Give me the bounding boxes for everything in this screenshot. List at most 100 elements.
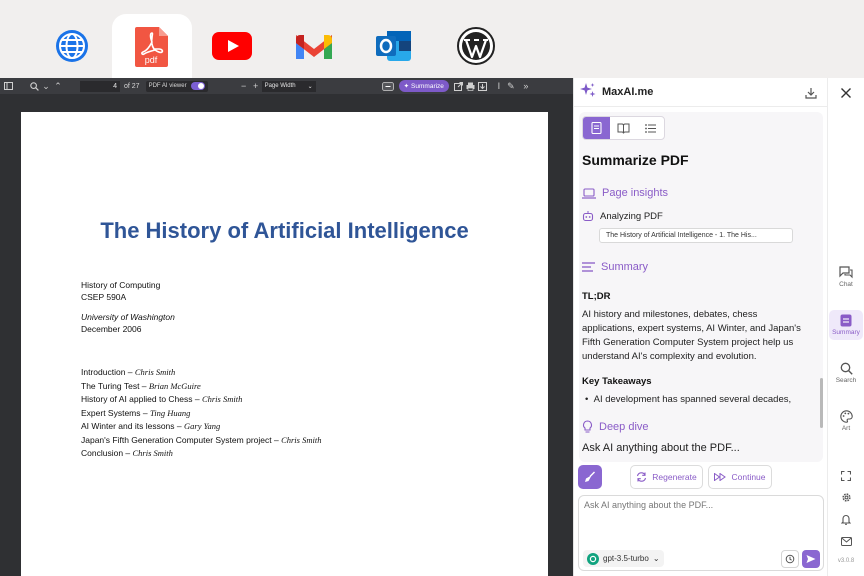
close-icon[interactable] xyxy=(840,86,852,104)
send-button[interactable] xyxy=(802,550,820,568)
toc-topic: History of AI applied to Chess – xyxy=(81,394,202,404)
gmail-icon xyxy=(296,35,332,59)
page-insights-section: Page insights xyxy=(582,187,668,199)
pdf-ai-viewer-toggle[interactable]: PDF AI viewer xyxy=(145,80,208,92)
sparkle-icon: ✦ xyxy=(403,83,410,90)
regenerate-button[interactable]: Regenerate xyxy=(630,465,703,489)
continue-label: Continue xyxy=(731,472,766,482)
toc-topic: The Turing Test – xyxy=(81,380,149,391)
rail-art[interactable]: Art xyxy=(829,410,863,432)
bell-icon[interactable] xyxy=(840,513,852,525)
text-cursor-icon[interactable]: I xyxy=(493,80,505,92)
summarize-button[interactable]: ✦ Summarize xyxy=(398,80,449,92)
youtube-icon xyxy=(212,32,252,60)
chevron-down-icon: ⌄ xyxy=(652,554,660,563)
summary-label: Summary xyxy=(601,261,649,273)
tab-summary-book[interactable] xyxy=(610,117,637,139)
chevron-up-icon[interactable]: ⌃ xyxy=(52,80,64,92)
rail-chat[interactable]: Chat xyxy=(829,266,863,288)
refresh-icon xyxy=(637,472,647,482)
summary-heading: Summarize PDF xyxy=(582,152,689,168)
toc-topic: Japan's Fifth Generation Computer System… xyxy=(81,434,282,445)
double-chevron-right-icon[interactable]: » xyxy=(520,80,532,92)
page-number-input[interactable]: 4 xyxy=(80,80,120,92)
clear-chat-button[interactable] xyxy=(578,465,602,489)
print-icon[interactable] xyxy=(465,80,477,92)
model-selector[interactable]: gpt-3.5-turbo ⌄ xyxy=(583,550,664,567)
toc-author: Chris Smith xyxy=(134,367,176,377)
send-icon xyxy=(806,555,816,563)
page-total: of 27 xyxy=(124,82,140,90)
lightbulb-icon xyxy=(582,420,593,433)
dock-wordpress-item[interactable] xyxy=(436,14,516,78)
zoom-select[interactable]: Page Width ⌄ xyxy=(261,80,316,92)
pdf-viewer: ⌄ ⌃ 4 of 27 PDF AI viewer − + Page Width… xyxy=(0,78,573,576)
institution-info: University of Washington December 2006 xyxy=(81,312,175,335)
dock-browser-item[interactable] xyxy=(32,14,112,78)
analyzing-row: Analyzing PDF xyxy=(582,210,663,222)
wordpress-icon xyxy=(457,27,495,65)
toc-author: Chris Smith xyxy=(281,434,322,445)
document-icon xyxy=(591,122,602,134)
pen-icon[interactable]: ✎ xyxy=(505,80,517,92)
search-icon[interactable] xyxy=(28,80,40,92)
dock-pdf-item[interactable]: pdf xyxy=(112,14,192,78)
tab-summary-page[interactable] xyxy=(583,117,610,139)
table-of-contents: Introduction – Chris Smith The Turing Te… xyxy=(81,366,321,461)
toc-topic: Introduction – xyxy=(81,367,135,377)
zoom-in-icon[interactable]: + xyxy=(250,80,262,92)
chat-icon xyxy=(839,266,853,279)
document-date: December 2006 xyxy=(81,323,142,334)
model-label: gpt-3.5-turbo xyxy=(603,554,649,563)
brand-name: MaxAI.me xyxy=(602,86,654,98)
toc-item: The Turing Test – Brian McGuire xyxy=(81,380,321,394)
rail-summary[interactable]: Summary xyxy=(829,310,863,340)
expand-icon[interactable] xyxy=(840,470,852,482)
source-chip[interactable]: The History of Artificial Intelligence -… xyxy=(599,228,793,243)
history-icon xyxy=(785,554,795,564)
toc-author: Chris Smith xyxy=(201,394,243,404)
toc-item: History of AI applied to Chess – Chris S… xyxy=(81,393,321,407)
tab-summary-list[interactable] xyxy=(637,117,664,139)
mail-icon[interactable] xyxy=(840,535,852,547)
continue-button[interactable]: Continue xyxy=(708,465,772,489)
search-icon xyxy=(840,362,853,375)
chat-input[interactable] xyxy=(584,500,820,540)
chevron-down-icon: ⌄ xyxy=(307,83,313,90)
palette-icon xyxy=(839,410,853,423)
lines-icon xyxy=(582,262,595,272)
panel-header: MaxAI.me xyxy=(574,78,828,107)
book-icon xyxy=(617,123,630,134)
course-line: CSEP 590A xyxy=(81,291,127,302)
takeaway-text: AI development has spanned several decad… xyxy=(593,394,792,405)
toc-author: Ting Huang xyxy=(149,407,191,418)
key-takeaways-heading: Key Takeaways xyxy=(582,376,652,387)
link-icon[interactable] xyxy=(381,80,394,92)
zoom-out-icon[interactable]: − xyxy=(238,80,250,92)
sidebar-toggle-icon[interactable] xyxy=(2,80,14,92)
analyzing-label: Analyzing PDF xyxy=(600,210,663,222)
dock-youtube-item[interactable] xyxy=(192,14,272,78)
dock-gmail-item[interactable] xyxy=(274,14,354,78)
gear-icon[interactable] xyxy=(840,491,852,503)
open-external-icon[interactable] xyxy=(453,80,465,92)
pdf-dock-label: pdf xyxy=(145,55,158,65)
scrollbar[interactable] xyxy=(820,378,823,428)
deep-dive-prompt[interactable]: Ask AI anything about the PDF... xyxy=(582,442,740,454)
summarize-label: Summarize xyxy=(411,82,444,90)
deep-dive-section: Deep dive xyxy=(582,420,649,433)
toggle-switch[interactable] xyxy=(190,82,205,90)
toc-item: Japan's Fifth Generation Computer System… xyxy=(81,434,321,448)
download-icon[interactable] xyxy=(477,80,489,92)
outlook-icon xyxy=(376,31,411,61)
chevron-down-icon[interactable]: ⌄ xyxy=(40,80,52,92)
history-button[interactable] xyxy=(781,550,799,568)
summary-section: Summary xyxy=(582,261,648,273)
toc-item: Expert Systems – Ting Huang xyxy=(81,407,321,421)
summary-doc-icon xyxy=(840,314,852,327)
rail-search[interactable]: Search xyxy=(829,362,863,384)
toc-item: Introduction – Chris Smith xyxy=(81,366,321,380)
rail-art-label: Art xyxy=(841,425,851,432)
download-icon[interactable] xyxy=(805,86,817,104)
dock-outlook-item[interactable] xyxy=(354,14,434,78)
